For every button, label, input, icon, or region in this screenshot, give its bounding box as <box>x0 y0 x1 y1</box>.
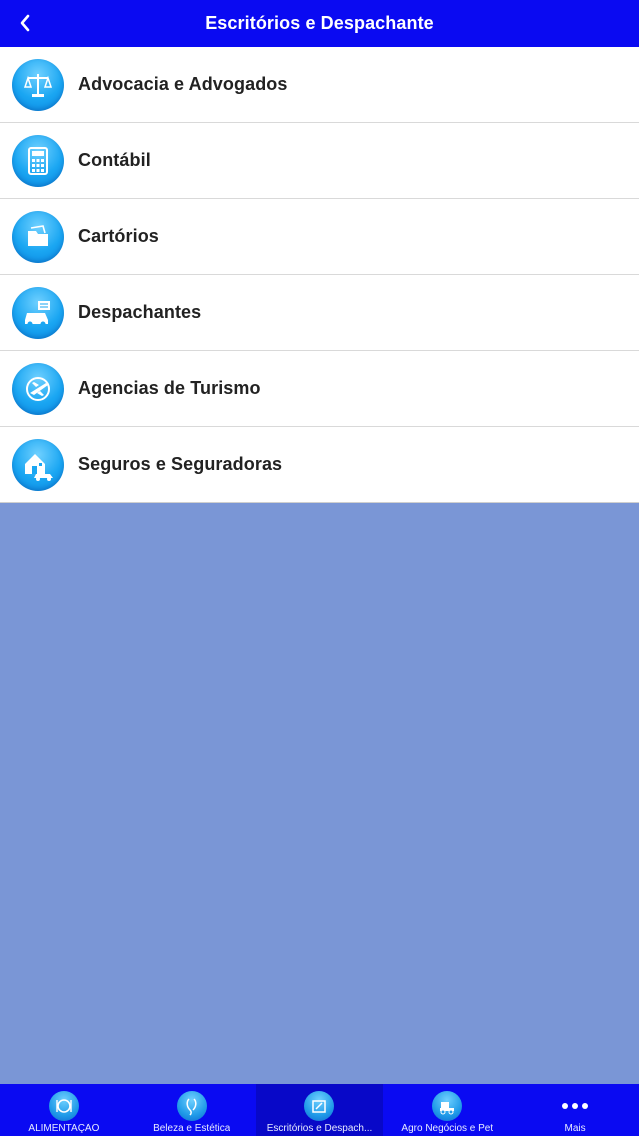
category-list: Advocacia e Advogados Contábil Cartórios <box>0 47 639 503</box>
list-item-label: Seguros e Seguradoras <box>78 454 283 474</box>
globe-plane-icon <box>12 362 64 415</box>
tab-label: Agro Negócios e Pet <box>401 1123 494 1134</box>
more-dots-icon <box>562 1091 589 1121</box>
navigation-bar: Escritórios e Despachante <box>0 0 639 47</box>
tab-escritorios[interactable]: Escritórios e Despach... <box>255 1084 384 1136</box>
tab-beleza[interactable]: Beleza e Estética <box>128 1084 256 1136</box>
house-car-icon <box>12 438 64 491</box>
list-item-seguros[interactable]: Seguros e Seguradoras <box>0 427 639 503</box>
folder-icon <box>12 210 64 263</box>
list-item-label: Contábil <box>78 150 151 170</box>
list-item-label: Cartórios <box>78 226 159 246</box>
tab-label: Mais <box>564 1123 586 1134</box>
list-item-label: Advocacia e Advogados <box>78 74 288 94</box>
chevron-left-icon <box>20 14 30 32</box>
tab-bar: ALIMENTAÇÃO Beleza e Estética Escritório… <box>0 1084 639 1136</box>
tab-label: Beleza e Estética <box>153 1123 231 1134</box>
tab-alimentacao[interactable]: ALIMENTAÇÃO <box>0 1084 128 1136</box>
tab-mais[interactable]: Mais <box>511 1084 639 1136</box>
list-item-despachantes[interactable]: Despachantes <box>0 275 639 351</box>
list-item-label: Agencias de Turismo <box>78 378 261 398</box>
car-document-icon <box>12 286 64 339</box>
tab-agro[interactable]: Agro Negócios e Pet <box>383 1084 511 1136</box>
scales-icon <box>12 58 64 111</box>
office-icon <box>304 1091 335 1121</box>
list-item-cartorios[interactable]: Cartórios <box>0 199 639 275</box>
list-item-turismo[interactable]: Agencias de Turismo <box>0 351 639 427</box>
face-icon <box>176 1091 207 1121</box>
page-title: Escritórios e Despachante <box>205 13 434 33</box>
back-button[interactable] <box>12 9 38 37</box>
list-item-advocacia[interactable]: Advocacia e Advogados <box>0 47 639 123</box>
plate-icon <box>48 1091 79 1121</box>
list-item-label: Despachantes <box>78 302 202 322</box>
tab-label: ALIMENTAÇÃO <box>28 1123 100 1134</box>
tractor-icon <box>432 1091 463 1121</box>
tab-label: Escritórios e Despach... <box>266 1123 373 1134</box>
list-item-contabil[interactable]: Contábil <box>0 123 639 199</box>
calculator-icon <box>12 134 64 187</box>
